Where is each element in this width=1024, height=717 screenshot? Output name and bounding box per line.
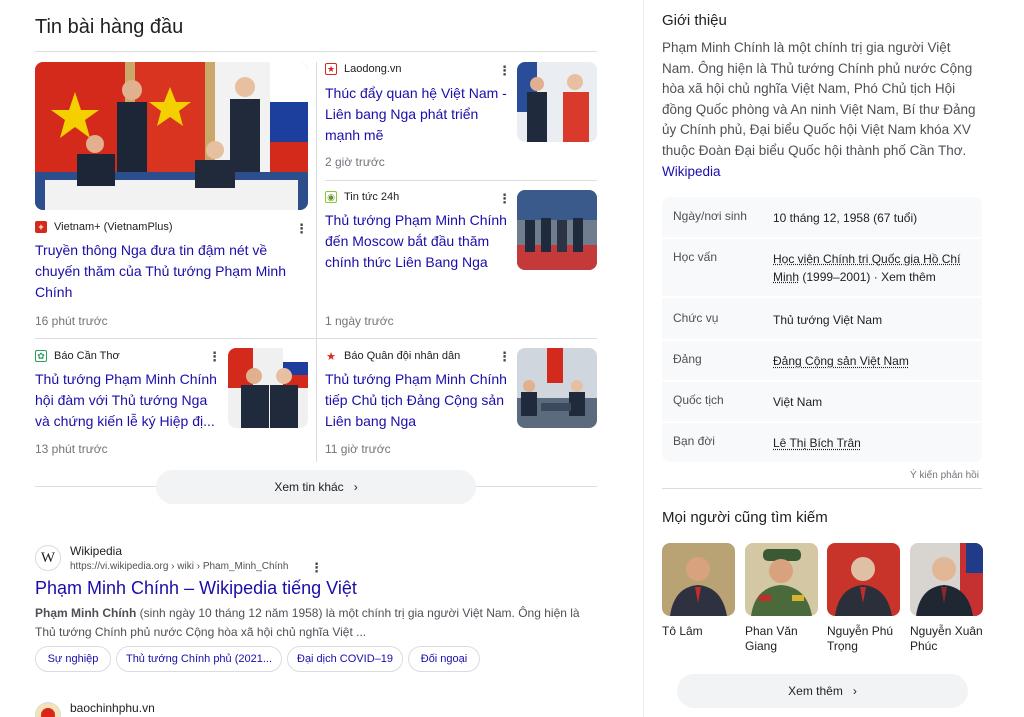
story-source-name: Laodong.vn <box>344 63 402 75</box>
person-photo[interactable] <box>827 543 900 616</box>
chevron-right-icon: › <box>852 684 857 698</box>
person-photo[interactable] <box>662 543 735 616</box>
fact-value-rest: (1999–2001) · Xem thêm <box>799 270 936 284</box>
fact-link[interactable]: Đảng Cộng sản Việt Nam <box>773 352 973 370</box>
result-site-name[interactable]: Wikipedia <box>70 544 122 558</box>
person-photo[interactable] <box>910 543 983 616</box>
wikipedia-favicon-icon: W <box>35 545 61 571</box>
story-source-name: Báo Quân đội nhân dân <box>344 350 461 362</box>
facts-table: Ngày/nơi sinh 10 tháng 12, 1958 (67 tuổi… <box>662 197 982 462</box>
more-options-icon[interactable]: ⋮ <box>208 350 221 363</box>
fact-key: Quốc tịch <box>673 393 724 407</box>
person-name[interactable]: Phan Văn Giang <box>745 624 818 654</box>
story-time: 1 ngày trước <box>325 314 394 328</box>
story-source[interactable]: + Vietnam+ (VietnamPlus) <box>35 221 173 233</box>
related-person[interactable]: Nguyễn Phú Trọng <box>827 543 900 654</box>
divider <box>662 380 982 382</box>
more-options-icon[interactable]: ⋮ <box>295 222 308 235</box>
fact-key: Đảng <box>673 352 702 366</box>
chip-su-nghiep[interactable]: Sự nghiệp <box>35 646 111 672</box>
fact-key: Bạn đời <box>673 434 715 448</box>
see-more-button[interactable]: Xem thêm › <box>677 674 968 708</box>
result-snippet: Phạm Minh Chính (sinh ngày 10 tháng 12 n… <box>35 604 595 642</box>
about-text: Phạm Minh Chính là một chính trị gia ngư… <box>662 38 982 182</box>
story-headline[interactable]: Thúc đẩy quan hệ Việt Nam - Liên bang Ng… <box>325 83 510 146</box>
story-source[interactable]: ★ Laodong.vn <box>325 63 402 75</box>
story-headline[interactable]: Thủ tướng Phạm Minh Chính hội đàm với Th… <box>35 369 220 432</box>
more-options-icon[interactable]: ⋮ <box>498 192 511 205</box>
feedback-link[interactable]: Ý kiến phản hồi <box>910 470 979 481</box>
featured-story-image[interactable] <box>35 62 308 210</box>
person-name[interactable]: Tô Lâm <box>662 624 735 639</box>
about-description: Phạm Minh Chính là một chính trị gia ngư… <box>662 40 976 158</box>
baocantho-logo-icon: ✿ <box>35 350 47 362</box>
person-name[interactable]: Nguyễn Phú Trọng <box>827 624 900 654</box>
chip-doi-ngoai[interactable]: Đối ngoại <box>408 646 480 672</box>
more-options-icon[interactable]: ⋮ <box>310 561 323 574</box>
story-time: 13 phút trước <box>35 442 108 456</box>
divider <box>662 421 982 423</box>
fact-value: Học viện Chính trị Quốc gia Hồ Chí Minh … <box>773 250 973 286</box>
divider <box>35 51 597 52</box>
person-name[interactable]: Nguyễn Xuân Phúc <box>910 624 983 654</box>
chip-covid[interactable]: Đại dịch COVID–19 <box>287 646 403 672</box>
baochinhphu-favicon-icon <box>35 702 61 717</box>
divider <box>325 180 597 181</box>
related-person[interactable]: Nguyễn Xuân Phúc <box>910 543 983 654</box>
more-options-icon[interactable]: ⋮ <box>498 64 511 77</box>
fact-value: Thủ tướng Việt Nam <box>773 313 883 327</box>
about-heading: Giới thiệu <box>662 12 727 29</box>
story-source-name: Vietnam+ (VietnamPlus) <box>54 221 173 233</box>
fact-key: Ngày/nơi sinh <box>673 209 747 223</box>
story-headline[interactable]: Thủ tướng Phạm Minh Chính đến Moscow bắt… <box>325 210 510 273</box>
divider <box>35 338 597 339</box>
tintuc24h-logo-icon: ◉ <box>325 191 337 203</box>
people-also-search-heading: Mọi người cũng tìm kiếm <box>662 509 828 526</box>
story-time: 16 phút trước <box>35 314 108 328</box>
result-url[interactable]: https://vi.wikipedia.org › wiki › Pham_M… <box>70 561 288 572</box>
column-divider <box>316 62 317 462</box>
chevron-right-icon: › <box>353 480 358 494</box>
vietnamplus-logo-icon: + <box>35 221 47 233</box>
more-options-icon[interactable]: ⋮ <box>498 350 511 363</box>
story-time: 2 giờ trước <box>325 155 385 169</box>
fact-value: 10 tháng 12, 1958 (67 tuổi) <box>773 211 918 225</box>
story-thumbnail[interactable] <box>517 190 597 270</box>
story-thumbnail[interactable] <box>228 348 308 428</box>
story-thumbnail[interactable] <box>517 62 597 142</box>
story-headline[interactable]: Thủ tướng Phạm Minh Chính tiếp Chủ tịch … <box>325 369 510 432</box>
laodong-logo-icon: ★ <box>325 63 337 75</box>
person-photo[interactable] <box>745 543 818 616</box>
related-person[interactable]: Tô Lâm <box>662 543 735 639</box>
story-source-name: Tin tức 24h <box>344 191 400 203</box>
story-source[interactable]: ✿ Báo Cần Thơ <box>35 350 120 362</box>
story-source[interactable]: ◉ Tin tức 24h <box>325 191 399 203</box>
panel-divider <box>643 0 644 717</box>
story-source[interactable]: ★ Báo Quân đội nhân dân <box>325 350 461 363</box>
fact-key: Chức vụ <box>673 311 719 325</box>
divider <box>662 339 982 341</box>
fact-key: Học vấn <box>673 250 718 264</box>
result-title[interactable]: Phạm Minh Chính – Wikipedia tiếng Việt <box>35 578 357 599</box>
story-thumbnail[interactable] <box>517 348 597 428</box>
story-headline[interactable]: Truyền thông Nga đưa tin đậm nét về chuy… <box>35 240 295 303</box>
divider <box>662 488 982 489</box>
chip-thu-tuong[interactable]: Thủ tướng Chính phủ (2021... <box>116 646 282 672</box>
related-person[interactable]: Phan Văn Giang <box>745 543 818 654</box>
divider <box>662 237 982 239</box>
story-time: 11 giờ trước <box>325 442 391 456</box>
more-news-button[interactable]: Xem tin khác › <box>156 470 476 504</box>
fact-link[interactable]: Lê Thị Bích Trân <box>773 434 973 452</box>
snippet-bold: Phạm Minh Chính <box>35 606 137 620</box>
qdnd-logo-icon: ★ <box>325 350 337 363</box>
story-source-name: Báo Cần Thơ <box>54 350 120 362</box>
fact-value: Việt Nam <box>773 395 823 409</box>
divider <box>662 296 982 298</box>
more-news-label: Xem tin khác <box>274 480 344 494</box>
top-stories-heading: Tin bài hàng đầu <box>35 16 184 38</box>
see-more-label: Xem thêm <box>788 684 843 698</box>
result-site-name[interactable]: baochinhphu.vn <box>70 701 155 715</box>
wikipedia-link[interactable]: Wikipedia <box>662 164 721 179</box>
